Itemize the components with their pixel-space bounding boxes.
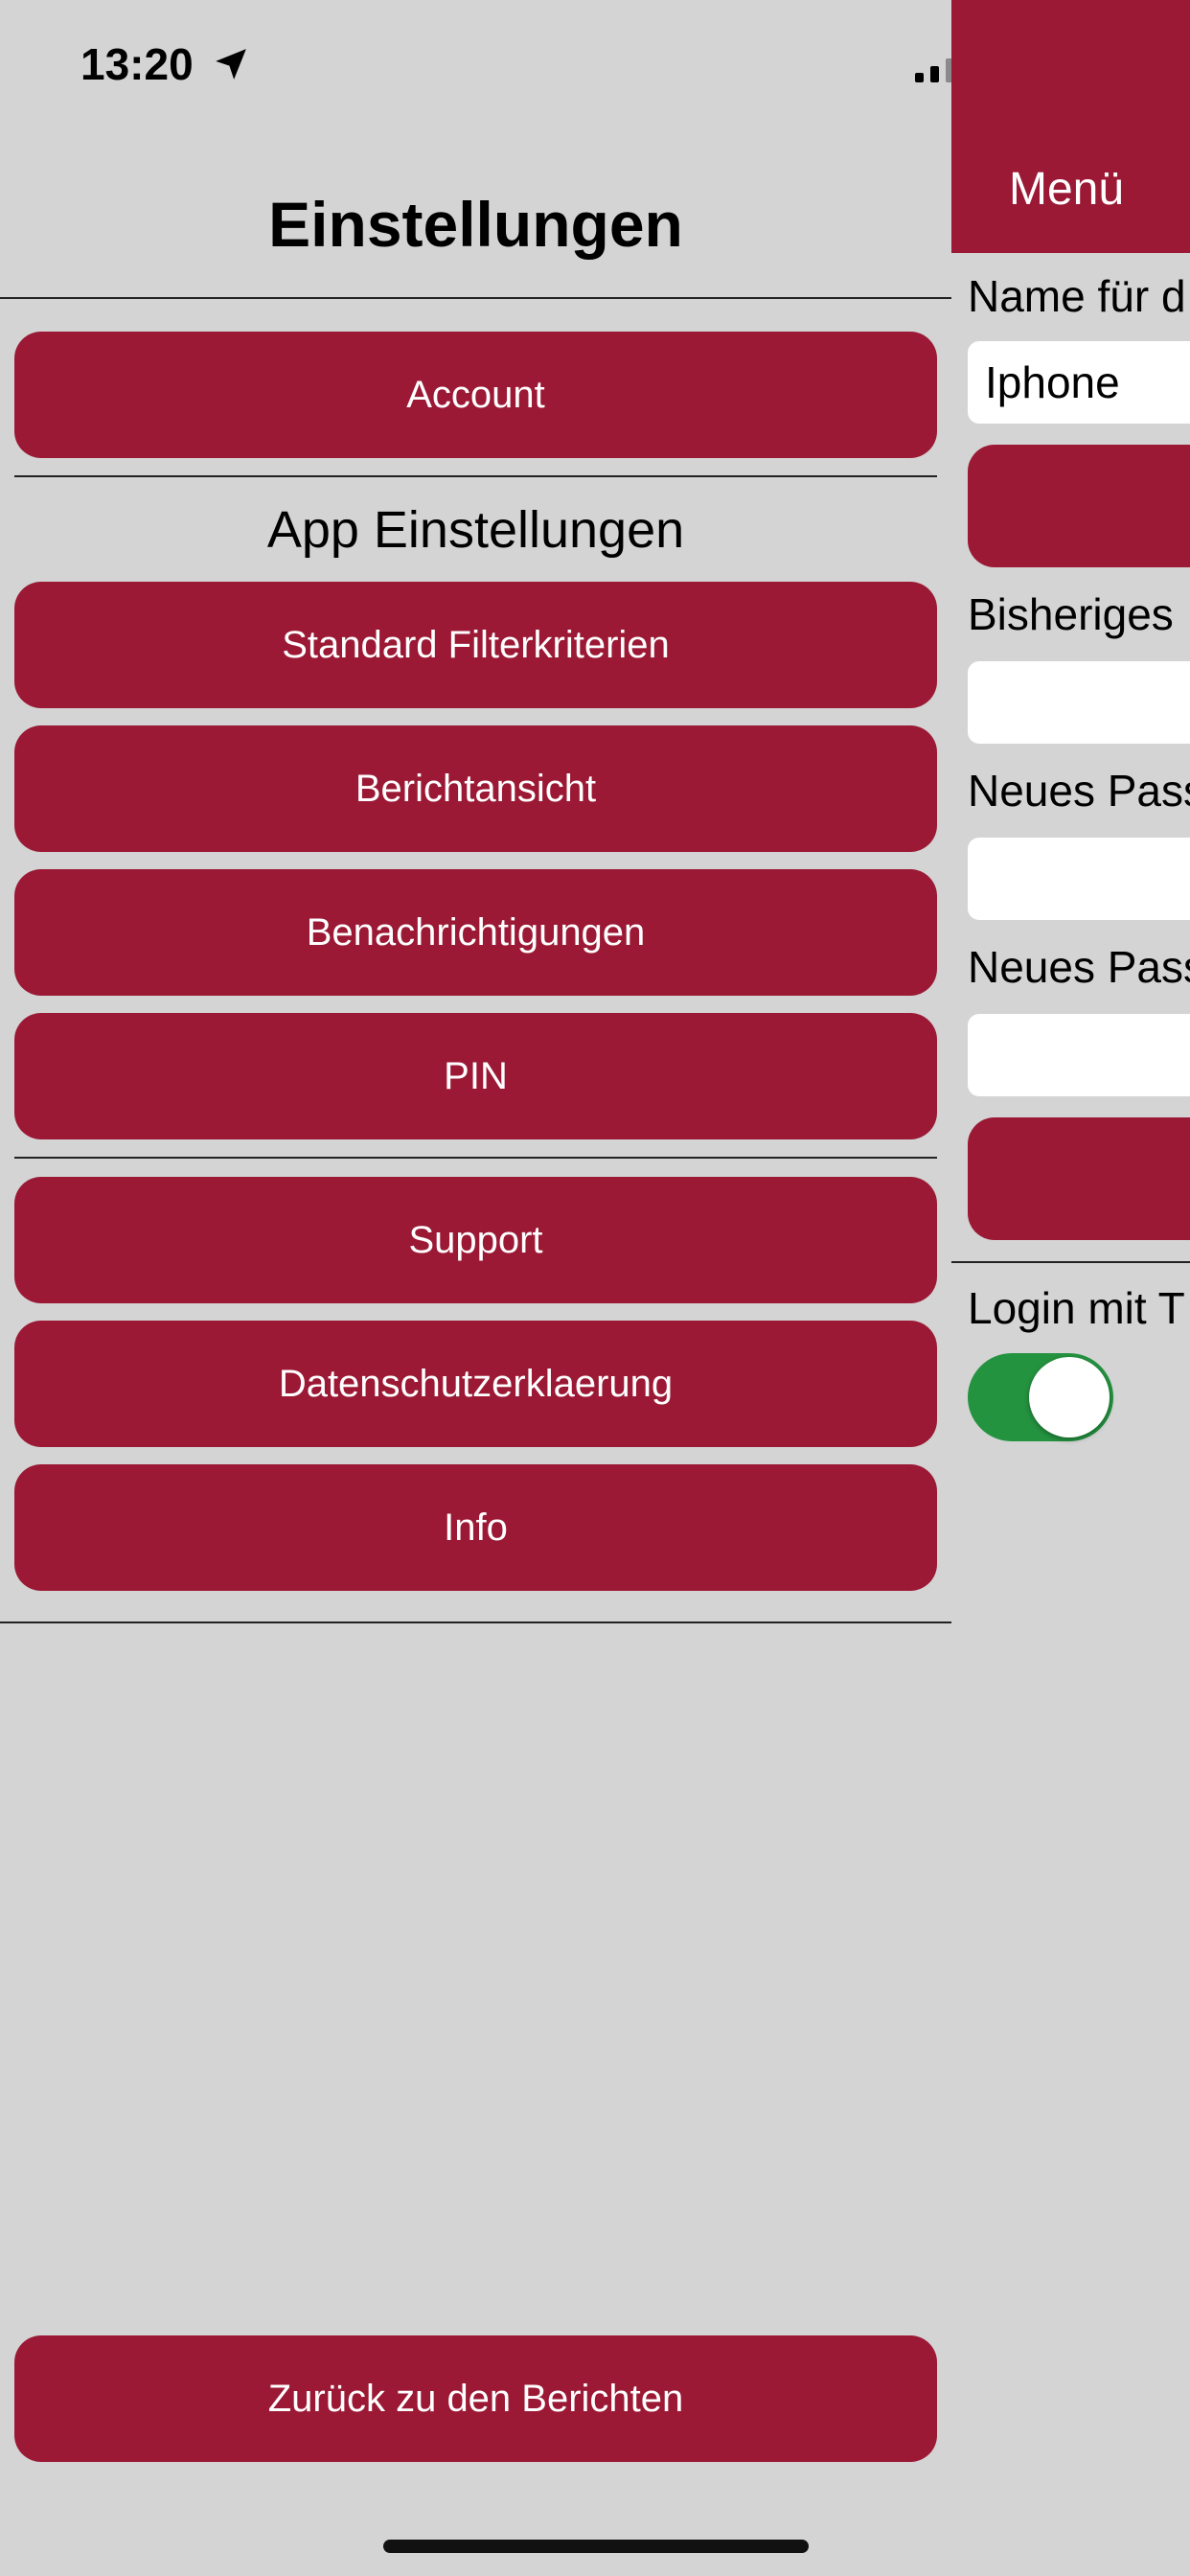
current-password-input[interactable] — [968, 661, 1190, 744]
divider — [0, 1622, 951, 1623]
support-button[interactable]: Support — [14, 1177, 937, 1303]
login-touch-label: Login mit T — [968, 1283, 1185, 1333]
settings-panel: Einstellungen Account App Einstellungen … — [0, 0, 951, 2576]
divider — [0, 297, 951, 299]
home-indicator[interactable] — [383, 2540, 809, 2553]
account-button[interactable]: Account — [14, 332, 937, 458]
confirm-password-input[interactable] — [968, 1014, 1190, 1096]
app-settings-heading: App Einstellungen — [266, 501, 685, 559]
login-touch-toggle[interactable] — [968, 1353, 1113, 1441]
divider — [14, 1157, 937, 1159]
info-button[interactable]: Info — [14, 1464, 937, 1591]
divider — [14, 475, 937, 477]
page-title: Einstellungen — [268, 189, 683, 260]
divider — [951, 1261, 1190, 1263]
menu-title[interactable]: Menü — [1009, 163, 1124, 216]
back-to-reports-button[interactable]: Zurück zu den Berichten — [14, 2335, 937, 2462]
toggle-knob — [1029, 1357, 1110, 1438]
confirm-password-label: Neues Pass — [968, 942, 1190, 992]
menu-header: Menü — [951, 0, 1190, 253]
pin-button[interactable]: PIN — [14, 1013, 937, 1139]
current-password-label: Bisheriges — [968, 589, 1174, 639]
device-name-input[interactable]: Iphone — [968, 341, 1190, 424]
new-password-input[interactable] — [968, 838, 1190, 920]
device-name-value: Iphone — [985, 357, 1120, 407]
account-settings-panel: Menü Name für d Iphone Bisheriges Neues … — [951, 0, 1190, 2576]
change-password-button[interactable] — [968, 1117, 1190, 1240]
save-device-name-button[interactable] — [968, 445, 1190, 567]
notifications-button[interactable]: Benachrichtigungen — [14, 869, 937, 996]
report-view-button[interactable]: Berichtansicht — [14, 725, 937, 852]
default-filter-button[interactable]: Standard Filterkriterien — [14, 582, 937, 708]
device-name-label: Name für d — [968, 271, 1186, 321]
new-password-label: Neues Pass — [968, 766, 1190, 816]
privacy-policy-button[interactable]: Datenschutzerklaerung — [14, 1321, 937, 1447]
